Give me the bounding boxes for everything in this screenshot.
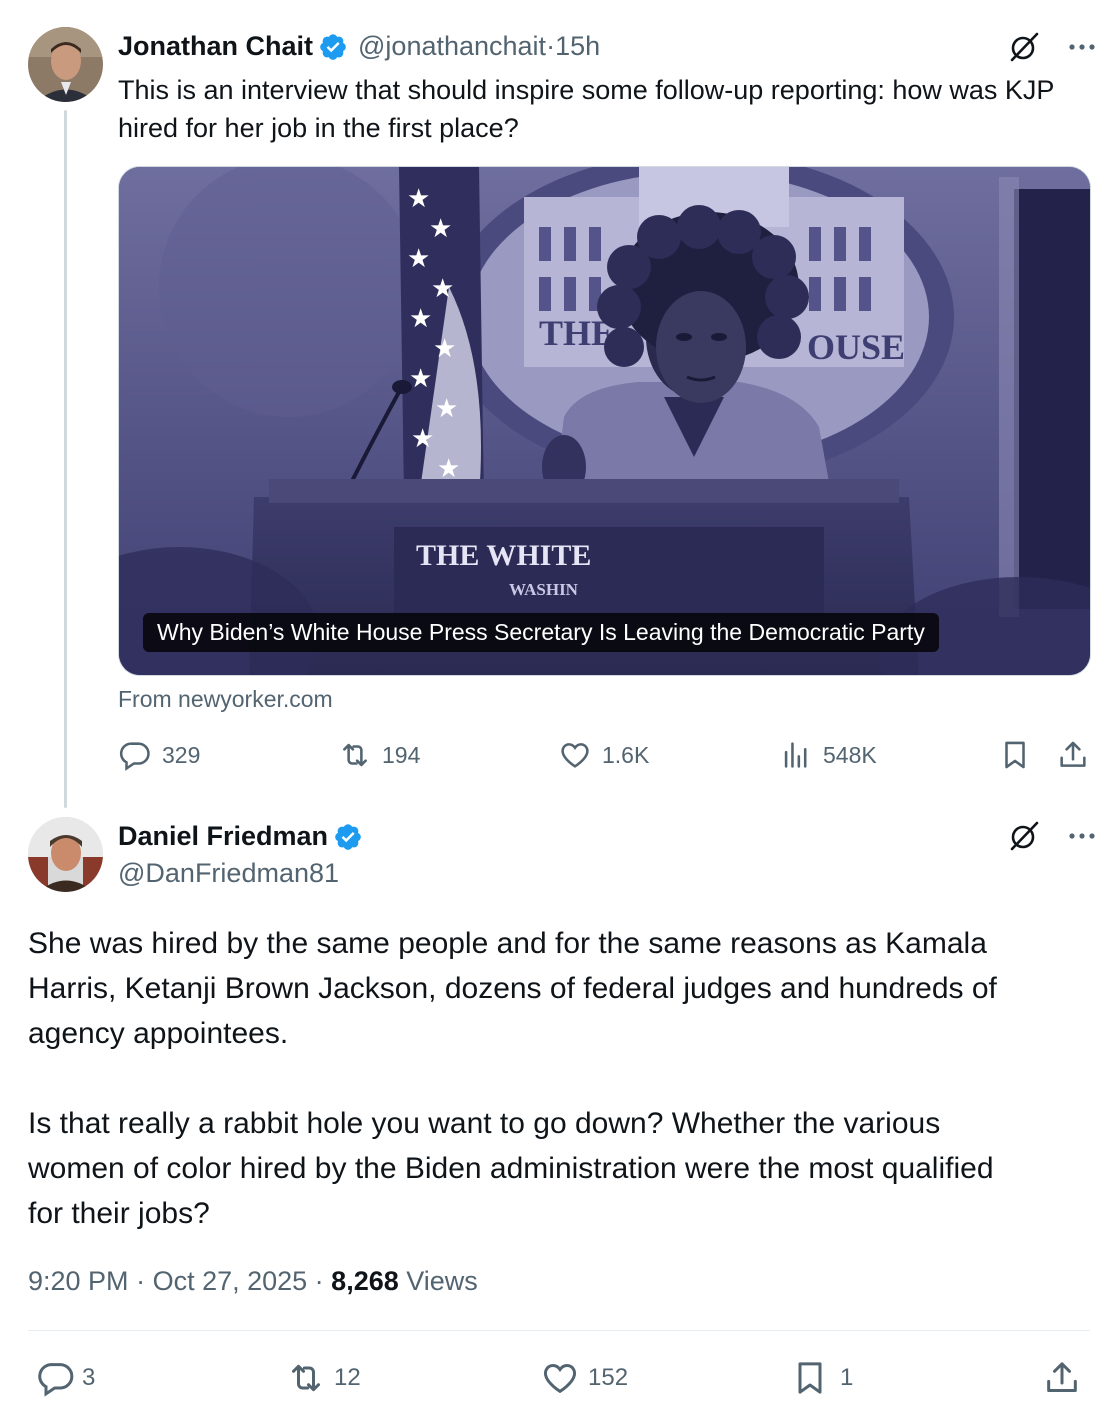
tweet-text-line: hired for her job in the first place? <box>118 113 519 143</box>
like-icon <box>543 1363 577 1394</box>
divider <box>28 1330 1090 1331</box>
tweet-text: She was hired by the same people and for… <box>28 921 1098 1236</box>
author-handle[interactable]: @jonathanchait <box>358 31 546 62</box>
repost-count: 194 <box>382 741 421 768</box>
reply-icon <box>38 1363 74 1397</box>
like-button[interactable]: 1.6K <box>558 738 649 772</box>
reply-count: 329 <box>162 741 201 768</box>
repost-icon <box>343 743 367 767</box>
more-icon[interactable] <box>1067 42 1097 52</box>
svg-text:★: ★ <box>431 273 454 303</box>
svg-text:★: ★ <box>433 333 456 363</box>
bookmark-count: 1 <box>840 1364 854 1391</box>
svg-text:★: ★ <box>411 423 434 453</box>
views-label: Views <box>398 1266 478 1296</box>
verified-badge-icon <box>318 32 348 62</box>
reply-button[interactable]: 3 <box>36 1358 95 1398</box>
views-total: 8,268 <box>331 1266 399 1296</box>
repost-icon <box>292 1364 320 1392</box>
tweet-text-line: women of color hired by the Biden admini… <box>28 1152 994 1185</box>
reply-count: 3 <box>82 1364 96 1391</box>
tweet-text: This is an interview that should inspire… <box>118 71 1093 147</box>
podium-subtext: WASHIN <box>509 580 579 599</box>
reply-icon <box>119 742 150 771</box>
timestamp[interactable]: 15h <box>555 31 600 62</box>
share-button[interactable] <box>1056 738 1090 772</box>
bookmark-icon <box>1005 741 1025 769</box>
views-button[interactable]: 548K <box>779 738 877 772</box>
views-icon <box>784 742 807 768</box>
repost-count: 12 <box>334 1364 361 1391</box>
svg-text:★: ★ <box>407 243 430 273</box>
tweet-text-line: This is an interview that should inspire… <box>118 75 1055 105</box>
card-source[interactable]: From newyorker.com <box>118 686 333 713</box>
podium-text: THE WHITE <box>416 539 591 572</box>
share-button[interactable] <box>1042 1358 1082 1398</box>
tweet-text-line: agency appointees. <box>28 1017 289 1050</box>
views-count: 548K <box>823 741 877 768</box>
reply-button[interactable]: 329 <box>118 738 200 772</box>
like-count: 1.6K <box>602 741 650 768</box>
grok-icon[interactable] <box>1007 819 1041 853</box>
svg-text:★: ★ <box>437 453 460 483</box>
svg-text:★: ★ <box>407 183 430 213</box>
seal-text-right: OUSE <box>807 327 905 367</box>
post-time[interactable]: 9:20 PM <box>28 1266 129 1296</box>
share-icon <box>1047 1362 1077 1392</box>
author-display-name[interactable]: Daniel Friedman <box>118 821 328 852</box>
tweet-text-line: Harris, Ketanji Brown Jackson, dozens of… <box>28 972 997 1005</box>
bookmark-button[interactable] <box>998 738 1032 772</box>
avatar-daniel-friedman[interactable] <box>28 817 103 892</box>
tweet-metadata: 9:20 PM · Oct 27, 2025 · 8,268 Views <box>28 1266 478 1297</box>
like-count: 152 <box>588 1364 629 1391</box>
verified-badge-icon <box>333 822 363 852</box>
link-preview-card[interactable]: THE OUSE ★ ★ ★ ★ ★ ★ ★ ★ ★ ★ THE WHITE W… <box>118 166 1091 676</box>
share-icon <box>1060 741 1086 767</box>
avatar-jonathan-chait[interactable] <box>28 27 103 102</box>
repost-button[interactable]: 12 <box>286 1358 361 1398</box>
svg-text:★: ★ <box>409 363 432 393</box>
card-image: THE OUSE ★★ ★★ ★★ ★★ ★★ THE WHITE WASHIN <box>119 167 1090 675</box>
svg-text:★: ★ <box>429 213 452 243</box>
separator-dot: · <box>546 31 556 61</box>
card-title[interactable]: Why Biden’s White House Press Secretary … <box>143 613 939 652</box>
more-icon[interactable] <box>1067 831 1097 841</box>
tweet-text-line: Is that really a rabbit hole you want to… <box>28 1107 941 1140</box>
repost-button[interactable]: 194 <box>338 738 420 772</box>
bookmark-button[interactable]: 1 <box>790 1358 853 1398</box>
like-button[interactable]: 152 <box>540 1358 628 1398</box>
svg-text:★: ★ <box>409 303 432 333</box>
separator-dot: · <box>307 1266 332 1296</box>
tweet-text-line: for their jobs? <box>28 1197 210 1230</box>
svg-text:★: ★ <box>435 393 458 423</box>
grok-icon[interactable] <box>1007 30 1041 64</box>
separator-dot: · <box>128 1266 153 1296</box>
tweet-text-line: She was hired by the same people and for… <box>28 927 987 960</box>
author-display-name[interactable]: Jonathan Chait <box>118 31 313 62</box>
post-date[interactable]: Oct 27, 2025 <box>153 1266 308 1296</box>
bookmark-icon <box>798 1362 822 1394</box>
author-handle[interactable]: @DanFriedman81 <box>118 858 339 889</box>
thread-connector-line <box>64 110 67 808</box>
like-icon <box>561 743 589 768</box>
